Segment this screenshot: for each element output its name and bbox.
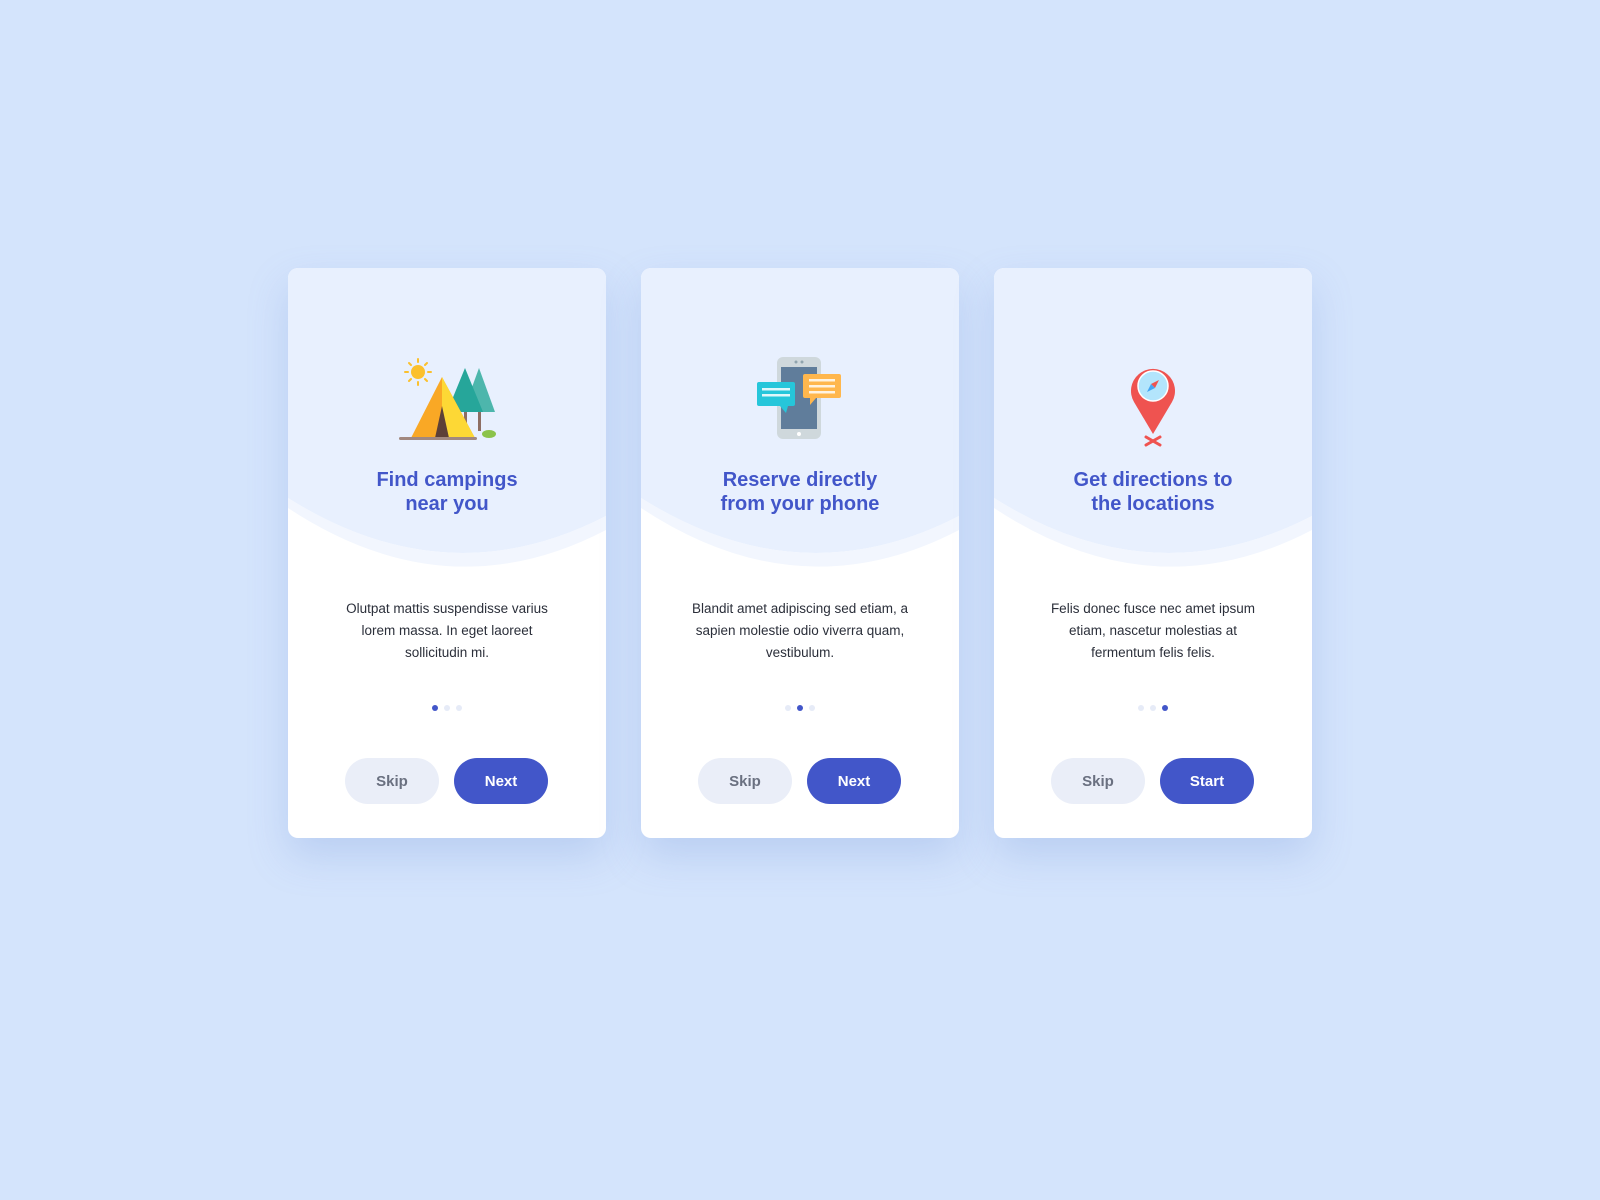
card-title-line-2: from your phone [720, 493, 880, 515]
card-description: Blandit amet adipiscing sed etiam, a sap… [691, 601, 909, 660]
card-title-line-2: the locations [1091, 493, 1215, 515]
onboarding-card-1: Find campings near you Olutpat mattis su… [288, 268, 606, 838]
pagination-dots [641, 705, 959, 711]
card-title: Get directions to the locations [994, 468, 1312, 516]
next-button[interactable]: Next [807, 758, 901, 804]
card-title: Reserve directly from your phone [641, 468, 959, 516]
phone-chat-icon [757, 357, 841, 439]
onboarding-card-2: Reserve directly from your phone Blandit… [641, 268, 959, 838]
skip-button[interactable]: Skip [345, 758, 439, 804]
pagination-dot-1-active[interactable] [432, 705, 438, 711]
pagination-dots [288, 705, 606, 711]
card-title-line-2: near you [405, 493, 489, 515]
pagination-dot-1[interactable] [1138, 705, 1144, 711]
start-button[interactable]: Start [1160, 758, 1254, 804]
pagination-dots [994, 705, 1312, 711]
pagination-dot-3[interactable] [809, 705, 815, 711]
card-title: Find campings near you [288, 468, 606, 516]
pagination-dot-2[interactable] [444, 705, 450, 711]
pagination-dot-1[interactable] [785, 705, 791, 711]
card-description: Olutpat mattis suspendisse varius lorem … [346, 601, 548, 660]
pagination-dot-2-active[interactable] [797, 705, 803, 711]
pagination-dot-3-active[interactable] [1162, 705, 1168, 711]
next-button[interactable]: Next [454, 758, 548, 804]
card-title-line-1: Reserve directly [722, 469, 878, 491]
onboarding-stage: Find campings near you Olutpat mattis su… [0, 0, 1600, 1200]
card-title-line-1: Find campings [376, 469, 518, 491]
card-title-line-1: Get directions to [1073, 469, 1233, 491]
map-pin-compass-icon [1131, 368, 1175, 447]
skip-button[interactable]: Skip [1051, 758, 1145, 804]
pagination-dot-3[interactable] [456, 705, 462, 711]
skip-button[interactable]: Skip [698, 758, 792, 804]
camping-tent-icon [399, 358, 496, 440]
pagination-dot-2[interactable] [1150, 705, 1156, 711]
onboarding-card-3: Get directions to the locations Felis do… [994, 268, 1312, 838]
card-description: Felis donec fusce nec amet ipsum etiam, … [1050, 601, 1256, 660]
